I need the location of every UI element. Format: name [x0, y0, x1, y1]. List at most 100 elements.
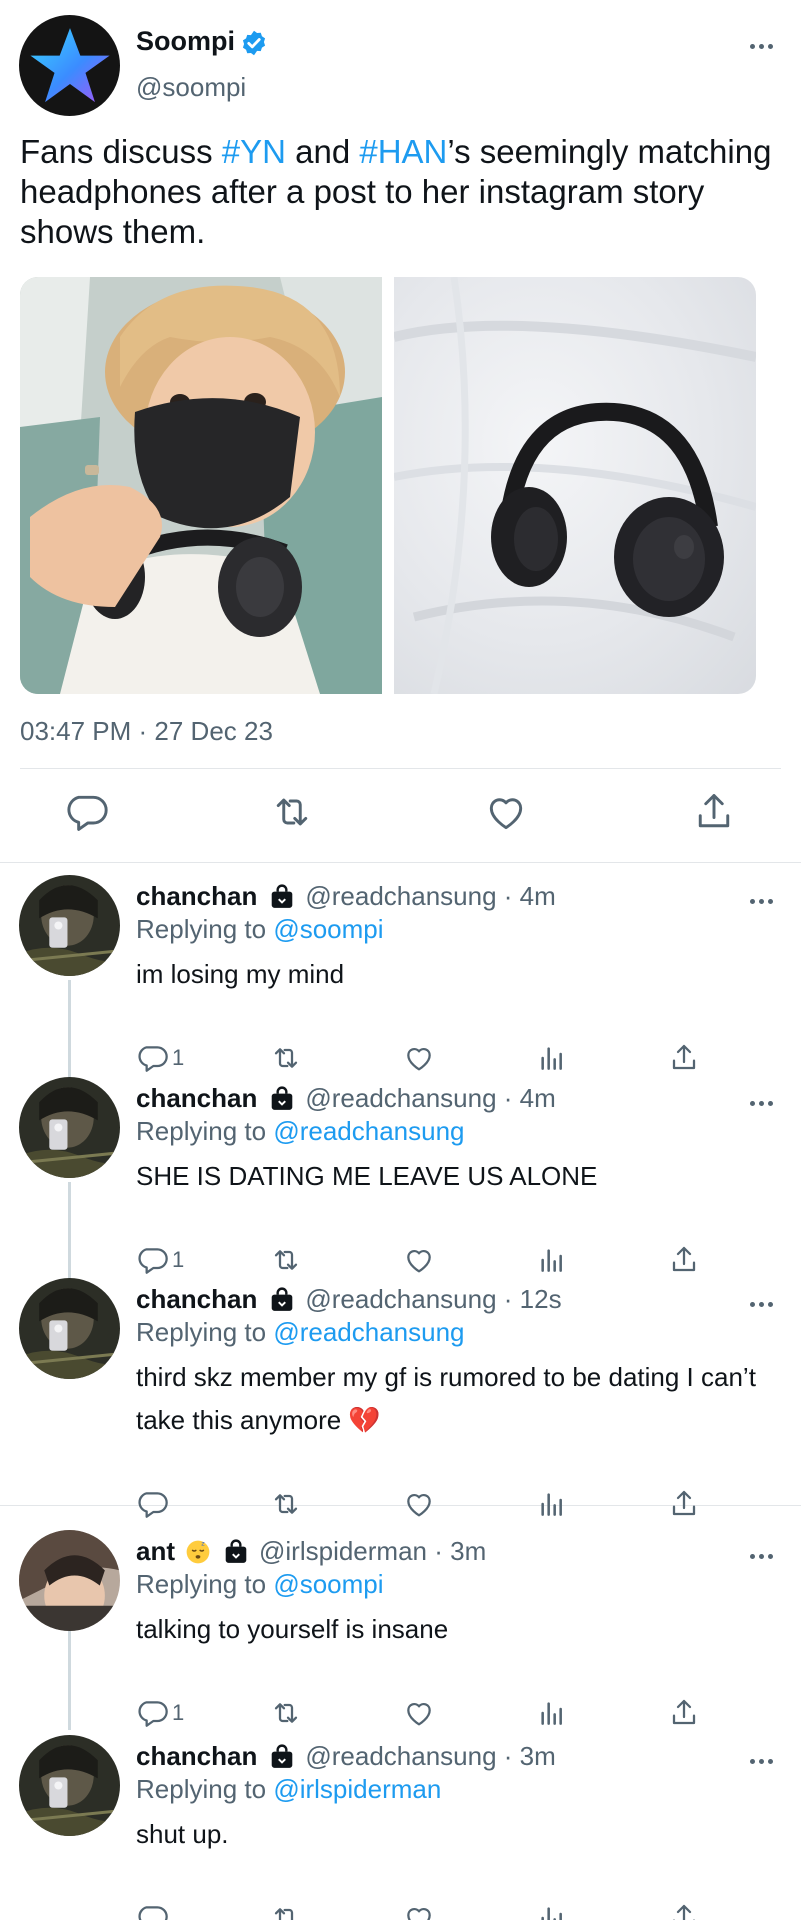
- retweet-icon[interactable]: [270, 790, 314, 834]
- reply-author-name[interactable]: ant: [136, 1536, 175, 1567]
- reply-count: 1: [172, 1247, 185, 1272]
- reply-handle-time[interactable]: @irlspiderman · 3m: [259, 1536, 486, 1567]
- reply-author-name[interactable]: chanchan: [136, 1741, 257, 1772]
- replying-to: Replying to @soompi: [136, 1569, 384, 1600]
- reply-icon: [138, 1248, 168, 1274]
- soompi-avatar[interactable]: [19, 15, 120, 116]
- retweet-button[interactable]: [270, 1900, 302, 1920]
- hashtag-han[interactable]: #HAN: [359, 133, 447, 170]
- reply-button[interactable]: [136, 1486, 168, 1522]
- reply-icon: [138, 1906, 168, 1920]
- views-button[interactable]: [536, 1900, 568, 1920]
- reply-avatar[interactable]: [19, 1077, 120, 1178]
- reply-icon: [138, 1492, 168, 1518]
- retweet-button[interactable]: [270, 1040, 302, 1076]
- replying-to-mention[interactable]: @readchansung: [273, 1116, 464, 1146]
- replying-to-mention[interactable]: @soompi: [273, 914, 383, 944]
- tweet-text-part: Fans discuss: [20, 133, 222, 170]
- replying-to-label: Replying to: [136, 1569, 274, 1599]
- hashtag-yn[interactable]: #YN: [222, 133, 286, 170]
- replying-to-mention[interactable]: @readchansung: [273, 1317, 464, 1347]
- replying-to-mention[interactable]: @soompi: [273, 1569, 383, 1599]
- like-icon: [407, 1702, 431, 1726]
- reply-text: talking to yourself is insane: [136, 1614, 449, 1644]
- reply-icon: [138, 1046, 168, 1072]
- more-options-icon[interactable]: [746, 1093, 776, 1113]
- like-button[interactable]: [403, 1486, 435, 1522]
- reply-avatar[interactable]: [19, 875, 120, 976]
- reply-icon[interactable]: [64, 790, 108, 834]
- author-handle[interactable]: @soompi: [136, 72, 246, 103]
- reply-avatar[interactable]: [19, 1278, 120, 1379]
- more-options-icon[interactable]: [746, 1751, 776, 1771]
- retweet-icon: [274, 1048, 298, 1068]
- retweet-icon: [274, 1494, 298, 1514]
- reply-avatar[interactable]: [19, 1735, 120, 1836]
- reply-text: shut up.: [136, 1819, 229, 1849]
- more-options-icon[interactable]: [746, 1546, 776, 1566]
- more-options-icon[interactable]: [746, 1294, 776, 1314]
- share-button[interactable]: [668, 1486, 700, 1522]
- like-button[interactable]: [403, 1900, 435, 1920]
- retweet-icon: [274, 1703, 298, 1723]
- replying-to-label: Replying to: [136, 1774, 274, 1804]
- reply-author-name[interactable]: chanchan: [136, 881, 257, 912]
- author-name[interactable]: Soompi: [136, 26, 235, 57]
- reply-count: 1: [172, 1700, 185, 1725]
- like-icon[interactable]: [484, 790, 528, 834]
- reply-button[interactable]: 1: [136, 1242, 184, 1278]
- reply-button[interactable]: 1: [136, 1695, 184, 1731]
- retweet-button[interactable]: [270, 1486, 302, 1522]
- section-divider: [0, 862, 801, 863]
- reply-avatar[interactable]: [19, 1530, 120, 1631]
- retweet-button[interactable]: [270, 1695, 302, 1731]
- media-photo-headphones[interactable]: [394, 277, 756, 694]
- reply-button[interactable]: 1: [136, 1040, 184, 1076]
- share-icon: [672, 1699, 696, 1725]
- views-icon: [541, 1907, 562, 1920]
- media-photo-selfie[interactable]: [20, 277, 382, 694]
- reply-author-name[interactable]: chanchan: [136, 1083, 257, 1114]
- replying-to: Replying to @readchansung: [136, 1116, 465, 1147]
- reply-handle-time[interactable]: @readchansung · 4m: [305, 1083, 555, 1114]
- tweet-timestamp[interactable]: 03:47 PM · 27 Dec 23: [20, 716, 273, 747]
- reply-text: SHE IS DATING ME LEAVE US ALONE: [136, 1161, 598, 1191]
- views-icon: [541, 1493, 562, 1516]
- verified-badge-icon: [242, 30, 266, 56]
- more-options-icon[interactable]: [746, 891, 776, 911]
- reply-handle-time[interactable]: @readchansung · 12s: [305, 1284, 561, 1315]
- reply-button[interactable]: [136, 1900, 168, 1920]
- views-icon: [541, 1249, 562, 1272]
- retweet-button[interactable]: [270, 1242, 302, 1278]
- like-button[interactable]: [403, 1040, 435, 1076]
- lock-icon: [223, 1538, 249, 1565]
- reply-actions: 1: [0, 1242, 801, 1282]
- lock-icon: [269, 1286, 295, 1313]
- share-button[interactable]: [668, 1040, 700, 1076]
- share-icon: [672, 1246, 696, 1272]
- views-icon: [541, 1702, 562, 1725]
- replying-to: Replying to @soompi: [136, 914, 384, 945]
- replying-to-label: Replying to: [136, 914, 274, 944]
- share-icon: [673, 1904, 695, 1920]
- share-button[interactable]: [668, 1900, 700, 1920]
- replying-to: Replying to @irlspiderman: [136, 1774, 441, 1805]
- like-button[interactable]: [403, 1242, 435, 1278]
- views-button[interactable]: [536, 1695, 568, 1731]
- share-icon[interactable]: [692, 790, 736, 834]
- reply-handle-time[interactable]: @readchansung · 4m: [305, 881, 555, 912]
- like-icon: [407, 1907, 431, 1920]
- more-options-icon[interactable]: [746, 36, 776, 56]
- replying-to-mention[interactable]: @irlspiderman: [273, 1774, 441, 1804]
- like-button[interactable]: [403, 1695, 435, 1731]
- share-button[interactable]: [668, 1695, 700, 1731]
- views-button[interactable]: [536, 1242, 568, 1278]
- replying-to-label: Replying to: [136, 1317, 274, 1347]
- views-button[interactable]: [536, 1040, 568, 1076]
- main-tweet-actions: [0, 790, 801, 840]
- reply-author-name[interactable]: chanchan: [136, 1284, 257, 1315]
- share-button[interactable]: [668, 1242, 700, 1278]
- views-icon: [541, 1047, 562, 1070]
- reply-handle-time[interactable]: @readchansung · 3m: [305, 1741, 555, 1772]
- views-button[interactable]: [536, 1486, 568, 1522]
